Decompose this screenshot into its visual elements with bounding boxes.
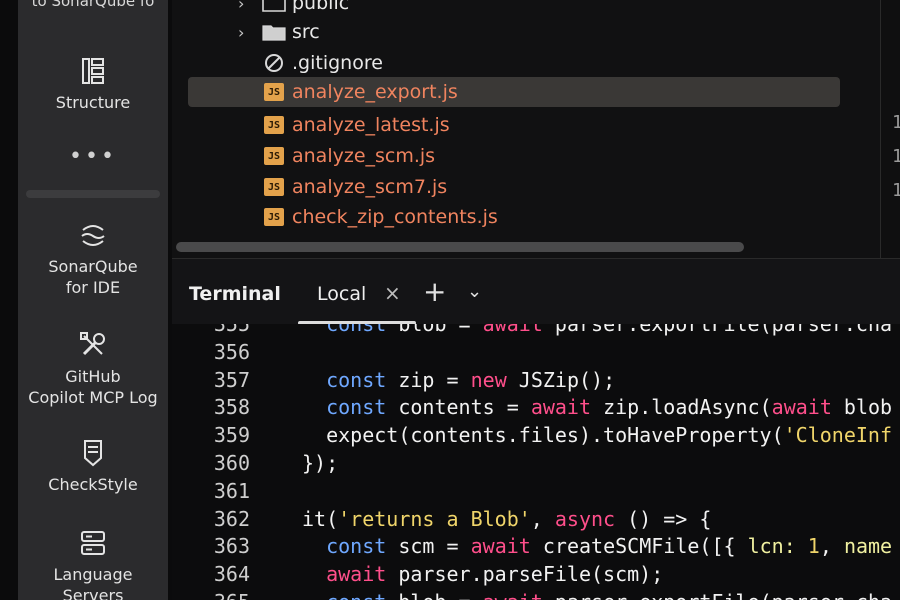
line-number: 357 <box>213 367 250 392</box>
horizontal-scrollbar[interactable] <box>176 242 744 252</box>
line-number: 361 <box>213 478 250 503</box>
tree-item-label: analyze_latest.js <box>292 114 450 136</box>
line-number: 363 <box>213 534 250 559</box>
code-text: const zip = new JSZip(); <box>326 367 616 392</box>
javascript-file-icon: JS <box>264 178 284 196</box>
tree-item-label: src <box>292 21 320 43</box>
code-text: await parser.parseFile(scm); <box>326 562 664 587</box>
sidebar-item-structure[interactable]: Structure <box>18 56 168 113</box>
javascript-file-icon: JS <box>264 116 284 134</box>
tree-item-label: public <box>292 0 350 14</box>
sidebar-item-checkstyle[interactable]: CheckStyle <box>18 438 168 495</box>
terminal-header: Terminal Local × + ⌄ <box>172 258 900 325</box>
sidebar-item-sonarqube[interactable]: SonarQube for IDE <box>18 220 168 298</box>
add-terminal-icon[interactable]: + <box>423 275 446 308</box>
tree-file-gitignore[interactable]: .gitignore <box>188 48 840 78</box>
sidebar-item-github-copilot-mcp-log[interactable]: GitHub Copilot MCP Log <box>18 330 168 408</box>
javascript-file-icon: JS <box>264 208 284 226</box>
tool-window-sidebar: to SonarQube fo Structure ••• SonarQube … <box>18 0 168 600</box>
project-tree: › public › src .gitignore JS analyze_exp… <box>172 0 880 258</box>
sidebar-item-label: for IDE <box>65 278 121 297</box>
checkstyle-icon <box>84 440 102 467</box>
tab-local[interactable]: Local <box>317 283 366 305</box>
line-number: 362 <box>213 506 250 531</box>
chevron-down-icon[interactable]: ⌄ <box>467 281 482 302</box>
sidebar-item-label: Servers <box>62 586 124 600</box>
tree-item-label: check_zip_contents.js <box>292 206 498 228</box>
code-text: const blob = await parser.exportFile(par… <box>326 324 893 336</box>
javascript-file-icon: JS <box>264 83 284 101</box>
code-text: expect(contents.files).toHaveProperty('C… <box>302 423 893 448</box>
tree-file-analyze-export[interactable]: JS analyze_export.js <box>188 77 840 107</box>
tools-icon <box>80 332 105 356</box>
tree-item-label: analyze_export.js <box>292 81 458 103</box>
sidebar-item-label: SonarQube <box>48 257 138 276</box>
tree-folder-src[interactable]: › src <box>188 17 840 47</box>
gutter-line-number: 1 <box>892 112 900 133</box>
tree-file-check-zip-contents[interactable]: JS check_zip_contents.js <box>188 202 840 232</box>
code-text: const scm = await createSCMFile([{ lcn: … <box>326 534 893 559</box>
line-number: 360 <box>213 451 250 475</box>
code-line: 361 <box>172 479 900 507</box>
close-icon[interactable]: × <box>384 281 401 305</box>
sidebar-item-label: Copilot MCP Log <box>28 388 158 407</box>
code-line: 355 const blob = await parser.exportFile… <box>172 324 900 340</box>
line-number: 358 <box>213 395 250 420</box>
sidebar-item-label: CheckStyle <box>48 475 138 494</box>
tree-item-label: analyze_scm.js <box>292 145 436 167</box>
javascript-file-icon: JS <box>264 147 284 165</box>
line-number: 364 <box>213 562 250 587</box>
servers-icon <box>81 531 105 555</box>
more-tools-icon[interactable]: ••• <box>18 144 168 169</box>
chevron-right-icon[interactable]: › <box>238 23 252 42</box>
code-line: 360}); <box>172 451 900 479</box>
code-text: }); <box>302 451 339 475</box>
tree-folder-public[interactable]: › public <box>188 0 840 18</box>
sidebar-item-label: Language <box>53 565 133 584</box>
gutter-line-number: 1 <box>892 146 900 167</box>
sidebar-item-language-servers[interactable]: Language Servers <box>18 528 168 600</box>
chevron-right-icon[interactable]: › <box>238 0 252 13</box>
sonarqube-icon <box>81 225 105 246</box>
tree-file-analyze-scm7[interactable]: JS analyze_scm7.js <box>188 172 840 202</box>
code-line: 362 it('returns a Blob', async () => { <box>172 507 900 535</box>
folder-icon <box>262 0 286 12</box>
sidebar-divider <box>26 190 160 198</box>
terminal-content[interactable]: 355 const blob = await parser.exportFile… <box>172 324 900 600</box>
code-line: 358 const contents = await zip.loadAsync… <box>172 395 900 423</box>
tree-item-label: analyze_scm7.js <box>292 176 448 198</box>
ignore-file-icon <box>265 54 283 72</box>
code-line: 357 const zip = new JSZip(); <box>172 368 900 396</box>
tree-file-analyze-latest[interactable]: JS analyze_latest.js <box>188 110 840 140</box>
structure-icon <box>82 58 104 84</box>
sidebar-item-label: GitHub <box>65 367 121 386</box>
code-line: 363 const scm = await createSCMFile([{ l… <box>172 534 900 562</box>
sidebar-top-label: to SonarQube fo <box>31 0 155 10</box>
code-line: 356 <box>172 340 900 368</box>
line-number: 359 <box>213 423 250 448</box>
line-number: 365 <box>172 590 250 600</box>
code-line: 359 expect(contents.files).toHavePropert… <box>172 423 900 451</box>
terminal-title: Terminal <box>189 283 281 305</box>
folder-icon <box>262 25 286 41</box>
code-text: const blob = await parser.exportFile(par… <box>302 590 892 600</box>
line-number: 356 <box>213 339 250 364</box>
sidebar-item-label: Structure <box>55 93 131 112</box>
tree-file-analyze-scm[interactable]: JS analyze_scm.js <box>188 141 840 171</box>
gutter-line-number: 1 <box>892 180 900 201</box>
tree-item-label: .gitignore <box>292 52 383 74</box>
code-line: 364 await parser.parseFile(scm); <box>172 562 900 590</box>
code-text: const contents = await zip.loadAsync(awa… <box>326 395 893 420</box>
code-line: 365 const blob = await parser.exportFile… <box>172 590 900 600</box>
code-text: it('returns a Blob', async () => { <box>302 506 712 531</box>
line-number: 355 <box>213 324 250 336</box>
